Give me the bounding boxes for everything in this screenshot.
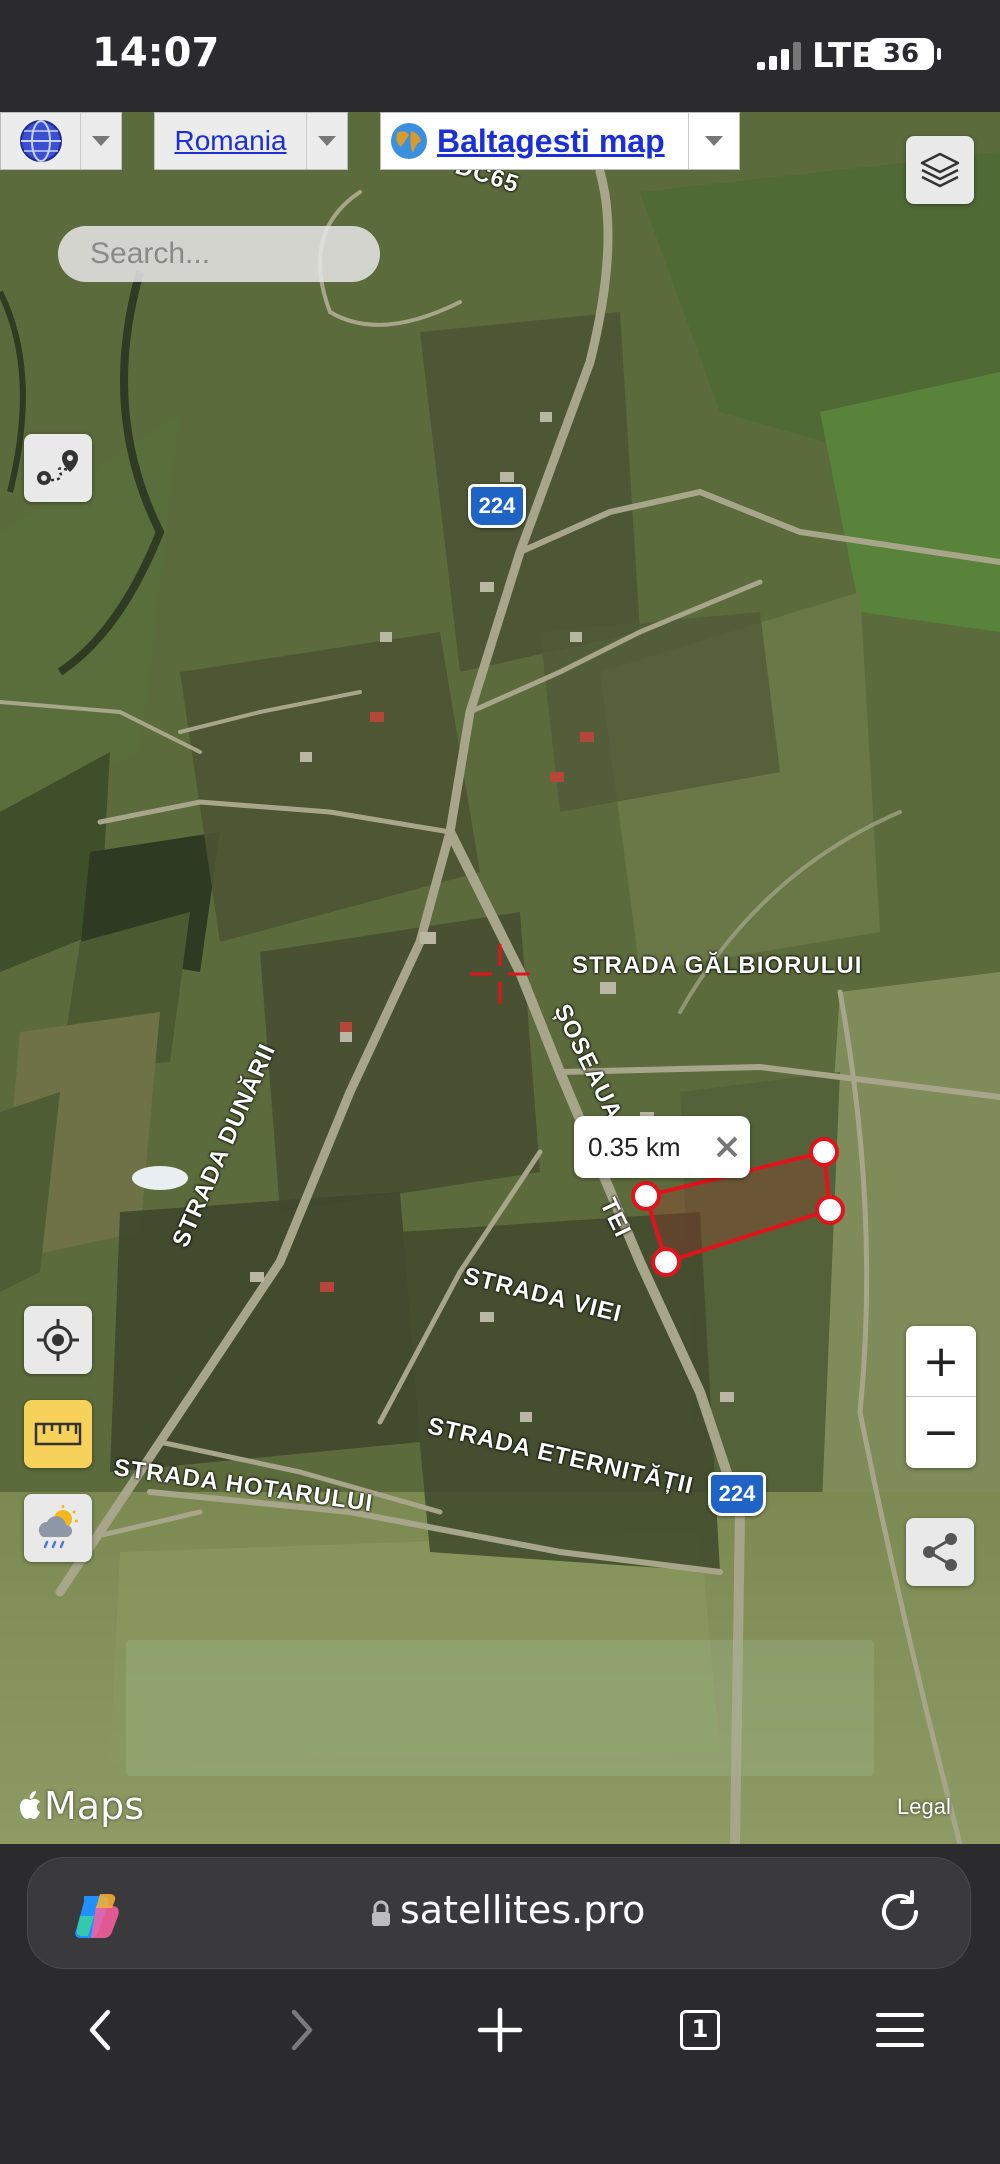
zoom-control: + − bbox=[906, 1326, 976, 1468]
locate-icon bbox=[37, 1319, 79, 1361]
apple-maps-logo: Maps bbox=[20, 1784, 144, 1828]
layers-button[interactable] bbox=[906, 136, 974, 204]
route-icon bbox=[37, 450, 78, 485]
weather-icon bbox=[38, 1505, 78, 1549]
zoom-in-button[interactable]: + bbox=[906, 1326, 976, 1397]
chevron-down-icon[interactable] bbox=[306, 113, 347, 169]
chevron-down-icon[interactable] bbox=[688, 113, 739, 169]
ruler-icon bbox=[34, 1422, 82, 1446]
tabs-icon: 1 bbox=[680, 2010, 720, 2050]
menu-icon[interactable] bbox=[870, 2000, 930, 2060]
maps-attribution: Maps bbox=[44, 1784, 144, 1828]
apple-icon bbox=[20, 1791, 40, 1819]
legal-link[interactable]: Legal bbox=[897, 1794, 951, 1820]
status-bar: 14:07 LTE 36 bbox=[0, 0, 1000, 112]
new-tab-icon[interactable] bbox=[470, 2000, 530, 2060]
route-shield: 224 bbox=[708, 1472, 766, 1516]
share-button[interactable] bbox=[906, 1518, 974, 1586]
url-text[interactable]: satellites.pro bbox=[400, 1888, 645, 1932]
tabs-button[interactable]: 1 bbox=[670, 2000, 730, 2060]
measurement-value: 0.35 km bbox=[588, 1131, 681, 1162]
map-selector[interactable]: Baltagesti map bbox=[380, 112, 740, 170]
earth-icon bbox=[381, 121, 437, 161]
close-icon[interactable] bbox=[704, 1134, 750, 1160]
search-input[interactable] bbox=[58, 226, 380, 282]
back-icon[interactable] bbox=[70, 2000, 130, 2060]
map-select-value[interactable]: Baltagesti map bbox=[437, 123, 688, 160]
weather-button[interactable] bbox=[24, 1494, 92, 1562]
globe-selector[interactable] bbox=[0, 112, 122, 170]
route-button[interactable] bbox=[24, 434, 92, 502]
status-time: 14:07 bbox=[92, 30, 220, 76]
ruler-button[interactable] bbox=[24, 1400, 92, 1468]
measurement-popup: 0.35 km bbox=[574, 1116, 750, 1178]
route-shield: 224 bbox=[468, 484, 526, 528]
lock-icon bbox=[372, 1900, 390, 1926]
satellite-map[interactable]: DC65 STRADA GĂLBIORULUI ȘOSEAUA TEI STRA… bbox=[0, 112, 1000, 1844]
globe-icon bbox=[1, 118, 80, 164]
reload-icon[interactable] bbox=[870, 1882, 930, 1942]
copilot-icon[interactable] bbox=[70, 1888, 126, 1944]
country-selector[interactable]: Romania bbox=[154, 112, 348, 170]
country-select-value[interactable]: Romania bbox=[155, 125, 306, 157]
locate-button[interactable] bbox=[24, 1306, 92, 1374]
ad-placeholder bbox=[126, 1640, 874, 1776]
road-label-strada-galbiorului: STRADA GĂLBIORULUI bbox=[572, 952, 863, 979]
chevron-down-icon[interactable] bbox=[80, 113, 121, 169]
signal-icon bbox=[757, 42, 801, 70]
network-type: LTE bbox=[812, 36, 875, 76]
share-icon bbox=[923, 1533, 957, 1571]
zoom-out-button[interactable]: − bbox=[906, 1397, 976, 1467]
battery-indicator: 36 bbox=[868, 38, 941, 70]
forward-icon[interactable] bbox=[272, 2000, 332, 2060]
layers-icon bbox=[920, 152, 960, 188]
